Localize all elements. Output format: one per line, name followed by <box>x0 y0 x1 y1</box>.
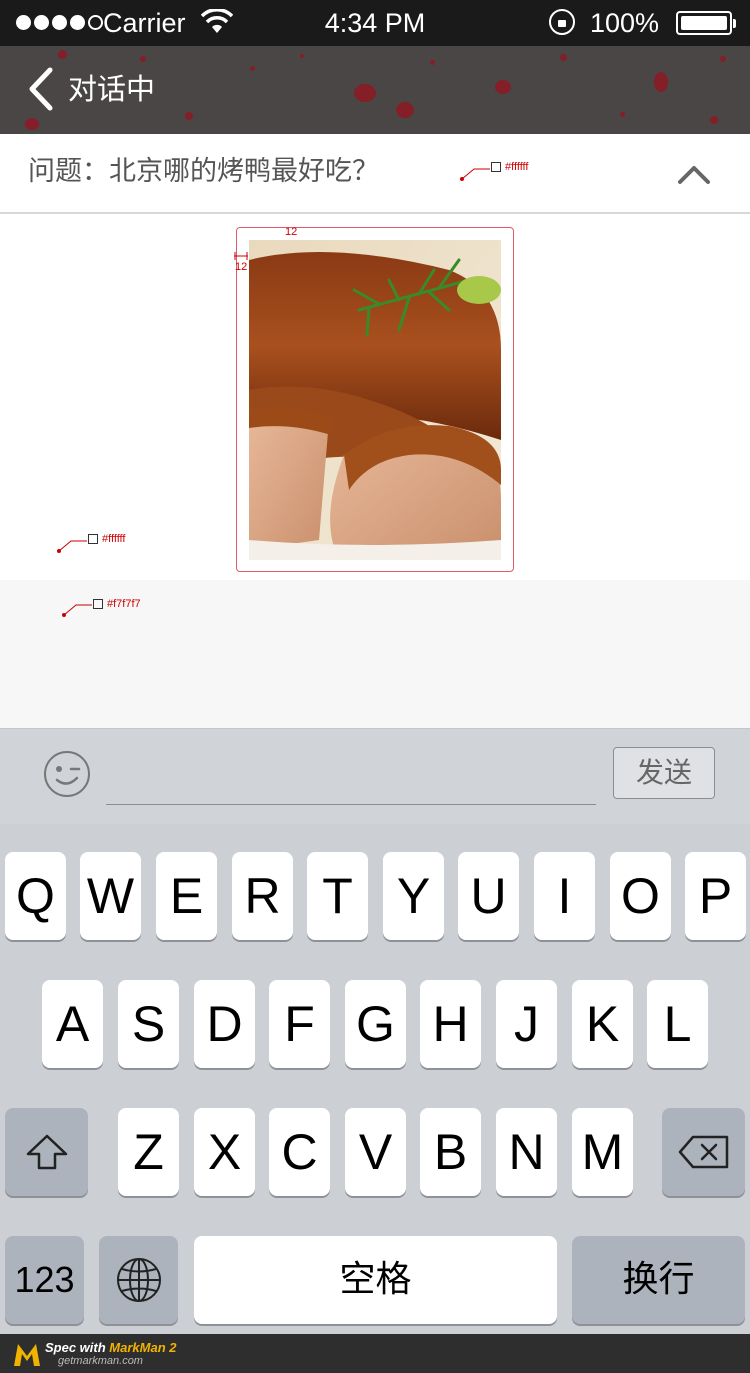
key-v[interactable]: V <box>345 1108 406 1196</box>
emoji-wink-icon[interactable] <box>43 750 91 798</box>
key-y[interactable]: Y <box>383 852 444 940</box>
color-annotation: #f7f7f7 <box>93 598 141 610</box>
key-i[interactable]: I <box>534 852 595 940</box>
globe-key[interactable] <box>99 1236 178 1324</box>
message-input[interactable] <box>106 749 596 805</box>
rotation-lock-icon <box>549 9 575 35</box>
padding-top-annotation: 12 <box>285 226 298 238</box>
shift-key[interactable] <box>5 1108 88 1196</box>
back-button[interactable] <box>26 66 66 112</box>
key-a[interactable]: A <box>42 980 103 1068</box>
roast-duck-image <box>249 240 501 560</box>
input-bar: 发送 <box>0 728 750 824</box>
key-l[interactable]: L <box>647 980 708 1068</box>
key-d[interactable]: D <box>194 980 255 1068</box>
color-annotation: #ffffff <box>491 161 528 173</box>
key-p[interactable]: P <box>685 852 746 940</box>
question-text: 问题：北京哪的烤鸭最好吃？ <box>28 156 379 187</box>
status-bar: Carrier 4:34 PM 100% <box>0 0 750 46</box>
key-h[interactable]: H <box>420 980 481 1068</box>
image-bubble[interactable] <box>236 227 514 572</box>
key-w[interactable]: W <box>80 852 141 940</box>
send-button[interactable]: 发送 <box>613 747 715 799</box>
key-k[interactable]: K <box>572 980 633 1068</box>
backspace-icon <box>678 1135 728 1169</box>
question-header: 问题：北京哪的烤鸭最好吃？ <box>0 134 750 214</box>
key-s[interactable]: S <box>118 980 179 1068</box>
battery-percentage: 100% <box>590 8 660 38</box>
measure-marks <box>234 252 248 260</box>
markman-logo <box>14 1344 40 1366</box>
key-u[interactable]: U <box>458 852 519 940</box>
key-j[interactable]: J <box>496 980 557 1068</box>
nav-bar: 对话中 <box>0 46 750 134</box>
shift-icon <box>26 1134 67 1170</box>
globe-icon <box>116 1258 161 1302</box>
key-e[interactable]: E <box>156 852 217 940</box>
key-r[interactable]: R <box>232 852 293 940</box>
key-z[interactable]: Z <box>118 1108 179 1196</box>
key-q[interactable]: Q <box>5 852 66 940</box>
key-b[interactable]: B <box>420 1108 481 1196</box>
delete-key[interactable] <box>662 1108 745 1196</box>
chat-area <box>0 214 750 580</box>
markman-footer: Spec with MarkMan 2 getmarkman.com <box>0 1334 750 1373</box>
site-label: getmarkman.com <box>58 1355 143 1367</box>
key-g[interactable]: G <box>345 980 406 1068</box>
spec-label: Spec with MarkMan 2 <box>45 1340 177 1355</box>
key-c[interactable]: C <box>269 1108 330 1196</box>
padding-left-annotation: 12 <box>235 261 248 273</box>
key-f[interactable]: F <box>269 980 330 1068</box>
return-key[interactable]: 换行 <box>572 1236 745 1324</box>
color-annotation: #ffffff <box>88 533 125 545</box>
space-key[interactable]: 空格 <box>194 1236 557 1324</box>
key-o[interactable]: O <box>610 852 671 940</box>
numbers-key[interactable]: 123 <box>5 1236 84 1324</box>
keyboard: Q W E R T Y U I O P A S D F G H J K L Z … <box>0 824 750 1334</box>
key-m[interactable]: M <box>572 1108 633 1196</box>
battery-icon <box>676 11 736 35</box>
chevron-up-icon[interactable] <box>676 160 712 190</box>
key-x[interactable]: X <box>194 1108 255 1196</box>
key-n[interactable]: N <box>496 1108 557 1196</box>
key-t[interactable]: T <box>307 852 368 940</box>
nav-title: 对话中 <box>68 74 156 106</box>
